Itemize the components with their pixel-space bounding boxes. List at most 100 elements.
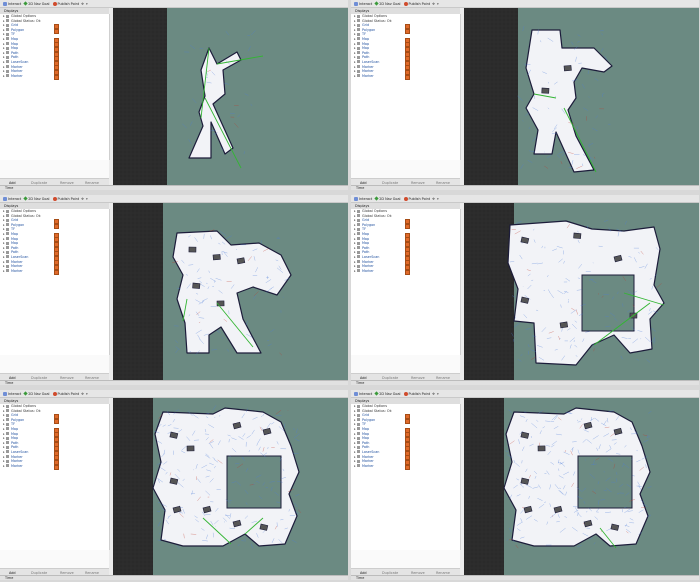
- laser-scan-trace: [237, 114, 241, 118]
- zoom-icon[interactable]: ▾: [86, 392, 88, 396]
- interact-tool[interactable]: Interact: [3, 391, 21, 396]
- enable-checkbox[interactable]: [54, 464, 59, 470]
- move-camera-icon[interactable]: ✥: [81, 197, 84, 201]
- display-item-label: Map: [362, 436, 370, 441]
- publish-point-tool[interactable]: Publish Point: [52, 391, 79, 396]
- toolbar: Interact 2D Nav Goal Publish Point ✥ ▾: [0, 195, 348, 203]
- display-item-label: Global Options: [11, 404, 36, 408]
- zoom-icon[interactable]: ▾: [437, 197, 439, 201]
- display-item-label: Marker: [362, 454, 374, 459]
- publish-point-icon: [403, 196, 408, 201]
- publish-point-icon: [52, 196, 57, 201]
- interact-tool[interactable]: Interact: [354, 1, 372, 6]
- obstacle: [559, 321, 569, 329]
- tree-empty-area: [351, 160, 460, 178]
- enable-checkbox[interactable]: [54, 269, 59, 275]
- map-icon: [6, 427, 9, 431]
- zoom-icon[interactable]: ▾: [86, 2, 88, 6]
- move-camera-icon[interactable]: ✥: [432, 2, 435, 6]
- laser-scan-trace: [182, 123, 187, 129]
- obstacle: [236, 257, 246, 265]
- nav-goal-icon: [374, 1, 379, 6]
- toolbar: Interact 2D Nav Goal Publish Point ✥ ▾: [351, 195, 699, 203]
- laser-scan-trace: [642, 434, 648, 437]
- grid-icon: [357, 413, 360, 417]
- nav-goal-tool[interactable]: 2D Nav Goal: [23, 196, 50, 201]
- map-viewport[interactable]: [113, 8, 348, 186]
- display-tree: ▸ Global Options ▸ Global Status: Ok ▸ Grid ▸ P…: [351, 14, 461, 160]
- display-item-label: LaserScan: [11, 449, 29, 454]
- marker-icon: [6, 464, 9, 468]
- polygon-icon: [6, 418, 9, 422]
- display-item-label: Marker: [362, 459, 374, 464]
- display-item-label: Marker: [362, 259, 374, 264]
- enable-checkbox[interactable]: [54, 74, 59, 80]
- interact-tool[interactable]: Interact: [354, 196, 372, 201]
- enable-checkbox[interactable]: [405, 74, 410, 80]
- laser-scan-trace: [589, 537, 593, 540]
- time-panel: Time: [351, 575, 699, 580]
- laser-scan-trace: [556, 154, 560, 158]
- enable-checkbox[interactable]: [405, 269, 410, 275]
- zoom-icon[interactable]: ▾: [86, 197, 88, 201]
- display-item[interactable]: ▸ Marker: [351, 269, 460, 275]
- nav-goal-tool[interactable]: 2D Nav Goal: [374, 1, 401, 6]
- laser-scan-trace: [506, 539, 509, 541]
- grid-icon: [6, 23, 9, 27]
- display-item[interactable]: ▸ Marker: [351, 464, 460, 470]
- display-item-label: Map: [362, 431, 370, 436]
- laser-scan-trace: [175, 346, 180, 350]
- interact-tool[interactable]: Interact: [3, 1, 21, 6]
- interact-tool[interactable]: Interact: [354, 391, 372, 396]
- display-item[interactable]: ▸ Marker: [0, 269, 109, 275]
- enable-checkbox[interactable]: [405, 464, 410, 470]
- publish-point-tool[interactable]: Publish Point: [403, 196, 430, 201]
- display-tree: ▸ Global Options ▸ Global Status: Ok ▸ Grid ▸ P…: [0, 14, 110, 160]
- interact-tool[interactable]: Interact: [3, 196, 21, 201]
- nav-goal-tool[interactable]: 2D Nav Goal: [374, 391, 401, 396]
- publish-point-tool[interactable]: Publish Point: [403, 391, 430, 396]
- interact-icon: [3, 196, 7, 201]
- polygon-icon: [357, 418, 360, 422]
- check-icon: [6, 19, 9, 23]
- map-viewport[interactable]: [464, 203, 699, 381]
- display-item-label: Marker: [362, 64, 374, 69]
- map-viewport[interactable]: [113, 398, 348, 576]
- marker-icon: [6, 455, 9, 459]
- display-item[interactable]: ▸ Marker: [0, 464, 109, 470]
- obstacle: [541, 87, 550, 94]
- time-panel: Time: [351, 380, 699, 385]
- laser-scan-trace: [175, 409, 179, 411]
- display-item-label: TF: [11, 32, 16, 37]
- central-obstacle: [581, 274, 635, 332]
- move-camera-icon[interactable]: ✥: [432, 392, 435, 396]
- display-tree: ▸ Global Options ▸ Global Status: Ok ▸ Grid ▸ P…: [351, 404, 461, 550]
- map-viewport[interactable]: [113, 203, 348, 381]
- move-camera-icon[interactable]: ✥: [81, 2, 84, 6]
- publish-point-tool[interactable]: Publish Point: [52, 1, 79, 6]
- display-item-label: Marker: [11, 69, 23, 74]
- display-tree: ▸ Global Options ▸ Global Status: Ok ▸ Grid ▸ P…: [0, 209, 110, 355]
- publish-point-tool[interactable]: Publish Point: [403, 1, 430, 6]
- zoom-icon[interactable]: ▾: [437, 392, 439, 396]
- zoom-icon[interactable]: ▾: [437, 2, 439, 6]
- nav-goal-tool[interactable]: 2D Nav Goal: [23, 391, 50, 396]
- display-item[interactable]: ▸ Marker: [351, 74, 460, 80]
- laser-scan-trace: [199, 48, 203, 49]
- laser-scan-trace: [594, 78, 599, 81]
- tree-empty-area: [0, 160, 109, 178]
- publish-point-tool[interactable]: Publish Point: [52, 196, 79, 201]
- nav-goal-tool[interactable]: 2D Nav Goal: [23, 1, 50, 6]
- map-viewport[interactable]: [464, 8, 699, 186]
- nav-goal-tool[interactable]: 2D Nav Goal: [374, 196, 401, 201]
- display-item-label: Path: [11, 440, 19, 445]
- map-viewport[interactable]: [464, 398, 699, 576]
- move-camera-icon[interactable]: ✥: [81, 392, 84, 396]
- display-item-label: Grid: [11, 218, 19, 223]
- display-item[interactable]: ▸ Marker: [0, 74, 109, 80]
- move-camera-icon[interactable]: ✥: [432, 197, 435, 201]
- laser-scan-trace: [656, 283, 662, 288]
- display-item-label: Global Options: [11, 14, 36, 18]
- laser-scan-trace: [188, 139, 192, 144]
- laser-scan-trace: [546, 154, 552, 159]
